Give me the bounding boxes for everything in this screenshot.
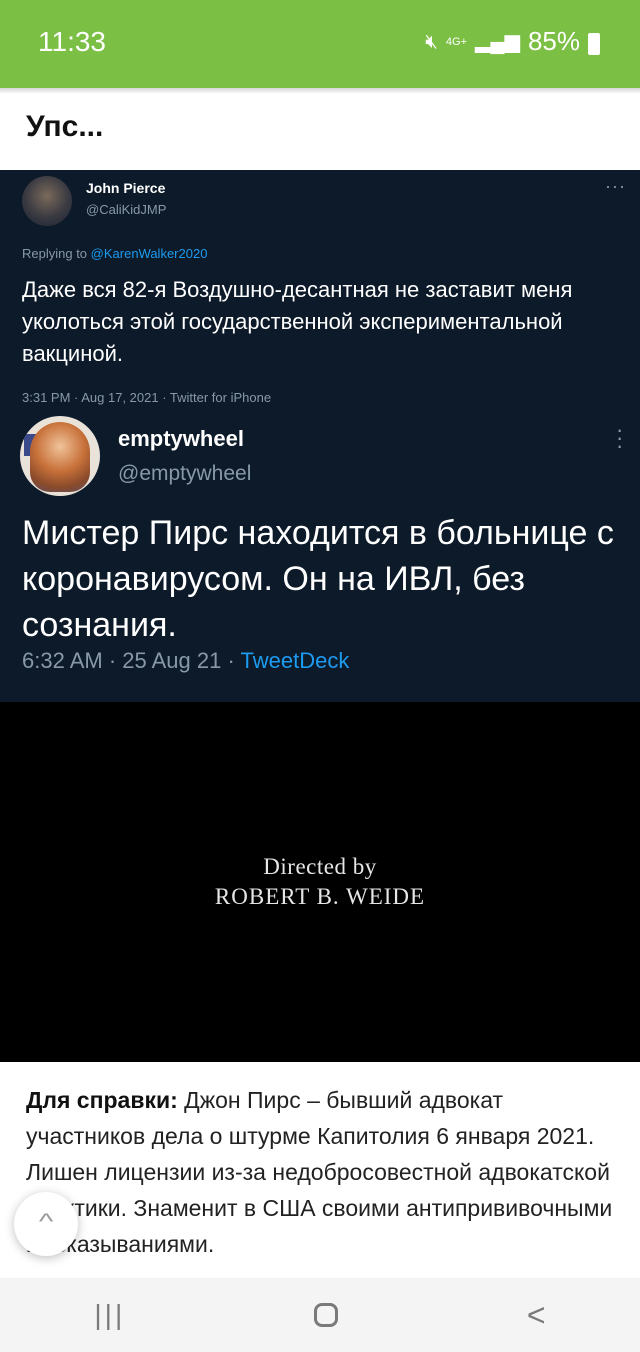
credit-line-1: Directed by	[263, 854, 377, 879]
home-icon[interactable]	[314, 1303, 339, 1327]
battery-icon	[588, 32, 600, 55]
back-icon[interactable]: <	[527, 1297, 546, 1334]
navigation-bar: ||| <	[0, 1278, 640, 1352]
battery-percent: 85%	[527, 26, 580, 56]
reply-meta-time: 6:32 AM · 25 Aug 21 ·	[22, 648, 241, 673]
tweet-text: Даже вся 82-я Воздушно-десантная не заст…	[22, 277, 573, 366]
post-caption: Для справки: Джон Пирс – бывший адвокат …	[26, 1082, 618, 1262]
replying-mention: @KarenWalker2020	[90, 246, 208, 261]
avatar	[20, 416, 100, 496]
reply-text: Мистер Пирс находится в больнице с корон…	[22, 514, 614, 644]
network-type-label: 4G+	[445, 35, 468, 48]
scroll-top-button[interactable]: ^	[14, 1192, 78, 1256]
more-options-icon: ···	[605, 176, 626, 196]
tweet-author-name: John Pierce	[86, 180, 166, 196]
status-bar: 11:33 🔇︎ 4G+ ▂▄▆ 85%	[0, 0, 640, 88]
mute-icon: 🔇︎	[425, 30, 438, 53]
status-time: 11:33	[38, 26, 106, 57]
vertical-more-icon: · · ·	[616, 417, 624, 458]
signal-bars-icon: ▂▄▆	[475, 30, 520, 53]
reply-meta: 6:32 AM · 25 Aug 21 · TweetDeck	[22, 648, 349, 674]
post-title: Упс...	[26, 110, 104, 143]
tweet-author-handle: @CaliKidJMP	[86, 202, 167, 217]
credit-line-2: ROBERT B. WEIDE	[214, 884, 426, 909]
recent-apps-icon[interactable]: |||	[94, 1299, 125, 1331]
tweet-screenshot[interactable]: John Pierce @CaliKidJMP ··· Replying to …	[0, 170, 640, 702]
caption-label: Для справки:	[26, 1087, 178, 1113]
film-credits-image[interactable]: Directed by ROBERT B. WEIDE	[0, 702, 640, 1062]
status-right: 🔇︎ 4G+ ▂▄▆ 85%	[425, 26, 600, 57]
replying-to: Replying to @KarenWalker2020	[22, 246, 207, 261]
replying-label: Replying to	[22, 246, 91, 261]
chevron-up-icon: ^	[38, 1209, 54, 1234]
avatar	[22, 176, 72, 226]
reply-author-name: emptywheel	[118, 426, 244, 451]
reply-meta-source: TweetDeck	[240, 648, 350, 673]
avatar-portrait	[30, 422, 90, 492]
header-shadow	[0, 88, 640, 94]
reply-author-handle: @emptywheel	[118, 462, 252, 485]
tweet-meta: 3:31 PM · Aug 17, 2021 · Twitter for iPh…	[22, 390, 272, 405]
